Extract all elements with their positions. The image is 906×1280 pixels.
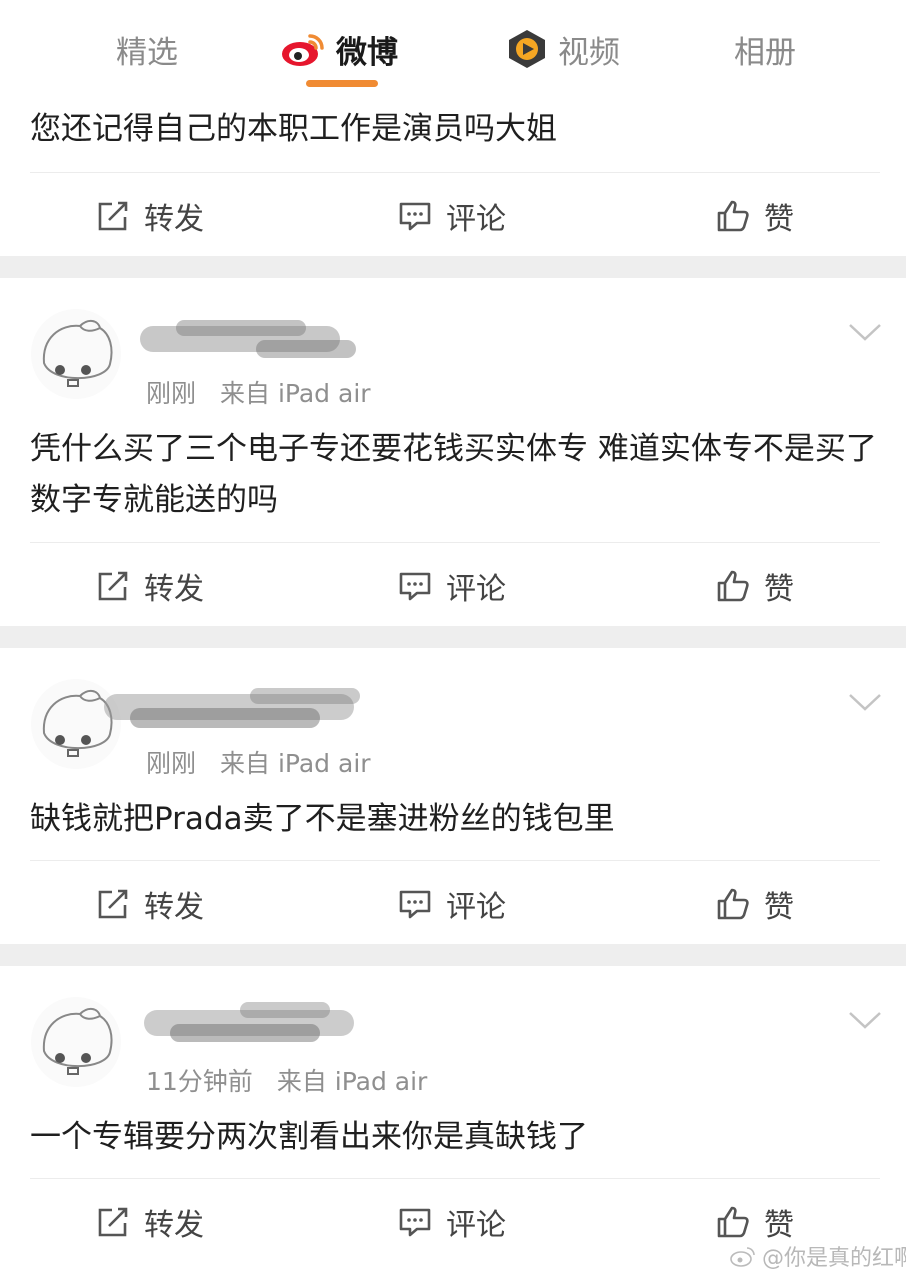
post-meta: 刚刚 来自 iPad air [146,744,371,780]
like-button[interactable]: 赞 [716,874,794,934]
thumbs-up-icon [717,200,749,232]
comment-button[interactable]: 评论 [398,186,506,246]
repost-icon [98,201,128,231]
feed-separator [0,944,906,966]
post-4-text: 一个专辑要分两次割看出来你是真缺钱了 [30,1119,588,1155]
tab-weibo[interactable]: 微博 [280,26,398,72]
post-2-text: 凭什么买了三个电子专还要花钱买实体专 难道实体专不是买了数字专就能送的吗 [30,431,877,518]
like-label: 赞 [764,202,794,237]
comment-label: 评论 [446,572,506,607]
feed-separator [0,626,906,648]
watermark-text: @你是真的红啊 [762,1246,906,1271]
tab-video-label: 视频 [558,34,620,71]
divider [30,172,880,173]
post-2-action-bar: 转发 评论 赞 [0,556,906,616]
repost-label: 转发 [144,1208,204,1243]
repost-button[interactable]: 转发 [96,874,204,934]
post-meta: 刚刚 来自 iPad air [146,374,371,410]
avatar[interactable] [30,308,122,400]
divider [30,860,880,861]
tab-featured-label: 精选 [116,34,178,71]
comment-label: 评论 [446,890,506,925]
avatar[interactable] [30,996,122,1088]
feed-separator [0,256,906,278]
top-tab-bar: 精选 微博 视频 相册 [0,0,906,98]
post-source: 来自 iPad air [220,749,371,778]
repost-button[interactable]: 转发 [96,1192,204,1252]
blurred-username [140,320,356,358]
comment-label: 评论 [446,1208,506,1243]
thumbs-up-icon [717,570,749,602]
post-meta: 11分钟前 来自 iPad air [146,1062,427,1098]
repost-label: 转发 [144,202,204,237]
like-button[interactable]: 赞 [716,186,794,246]
post-time: 刚刚 [146,379,197,408]
comment-icon [399,572,431,601]
weibo-watermark-icon [730,1247,755,1267]
comment-button[interactable]: 评论 [398,556,506,616]
like-label: 赞 [764,572,794,607]
active-tab-indicator [306,80,378,87]
blurred-username [144,1002,354,1042]
tab-video[interactable]: 视频 [506,26,620,72]
post-time: 11分钟前 [146,1067,253,1096]
like-button[interactable]: 赞 [716,556,794,616]
comment-icon [399,890,431,919]
thumbs-up-icon [717,888,749,920]
tab-featured[interactable]: 精选 [116,26,178,72]
post-source: 来自 iPad air [276,1067,428,1096]
weibo-logo-icon [280,30,326,68]
video-channel-icon [506,28,548,70]
repost-icon [98,889,128,919]
tab-album[interactable]: 相册 [734,26,796,72]
like-label: 赞 [764,1208,794,1243]
comment-button[interactable]: 评论 [398,1192,506,1252]
comment-button[interactable]: 评论 [398,874,506,934]
repost-label: 转发 [144,890,204,925]
chevron-down-icon[interactable] [848,1010,882,1030]
post-3-action-bar: 转发 评论 赞 [0,874,906,934]
comment-icon [399,1208,431,1237]
watermark: @你是真的红啊 [730,1240,906,1272]
post-source: 来自 iPad air [220,379,371,408]
chevron-down-icon[interactable] [848,322,882,342]
repost-button[interactable]: 转发 [96,186,204,246]
chevron-down-icon[interactable] [848,692,882,712]
post-1-action-bar: 转发 评论 赞 [0,186,906,246]
repost-button[interactable]: 转发 [96,556,204,616]
comment-label: 评论 [446,202,506,237]
tab-album-label: 相册 [734,34,796,71]
comment-icon [399,202,431,231]
divider [30,1178,880,1179]
repost-icon [98,1207,128,1237]
repost-icon [98,571,128,601]
like-label: 赞 [764,890,794,925]
post-time: 刚刚 [146,749,197,778]
tab-weibo-label: 微博 [336,34,398,71]
blurred-username [104,688,360,728]
thumbs-up-icon [717,1206,749,1238]
repost-label: 转发 [144,572,204,607]
post-3-text: 缺钱就把Prada卖了不是塞进粉丝的钱包里 [30,801,615,837]
post-1-text: 您还记得自己的本职工作是演员吗大姐 [30,111,557,147]
divider [30,542,880,543]
